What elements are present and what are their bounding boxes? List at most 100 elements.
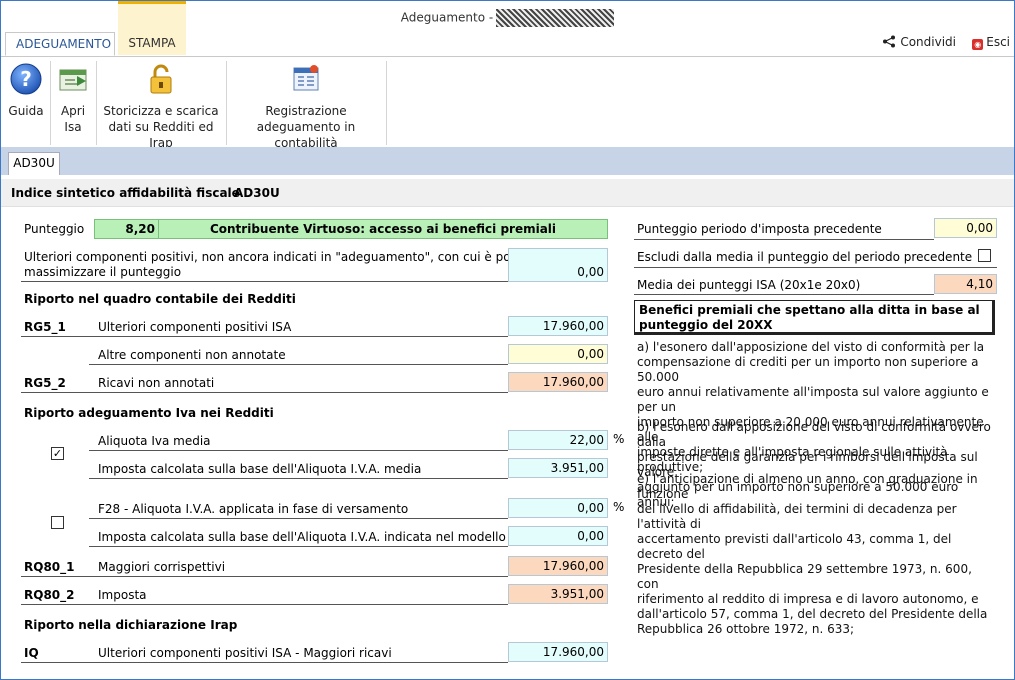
share-label: Condividi [900, 35, 956, 49]
row-underline [21, 392, 508, 393]
tab-stampa[interactable]: STAMPA [118, 32, 186, 56]
iva-section-title: Riporto adeguamento Iva nei Redditi [24, 406, 274, 420]
exit-button[interactable]: ◉ Esci [972, 35, 1010, 50]
benefit-e-line: del livello di affidabilità, dei termini… [637, 502, 957, 531]
storicizza-label-1: Storicizza e scarica [103, 104, 219, 118]
lock-icon [150, 64, 172, 94]
punteggio-status: Contribuente Virtuoso: accesso ai benefi… [158, 219, 608, 239]
share-icon [883, 35, 896, 48]
redacted-name [496, 9, 615, 27]
ribbon-separator [50, 61, 51, 145]
tab-ad30u[interactable]: AD30U [8, 152, 60, 175]
benefit-e-line: accertamento previsti dall'articolo 43, … [637, 532, 952, 561]
benefit-e-line: Repubblica 26 ottobre 1972, n. 633; [637, 622, 855, 636]
benefici-title: Benefici premiali che spettano alla ditt… [634, 300, 995, 335]
benefit-e-line: dall'articolo 57, comma 1, del decreto d… [637, 607, 988, 621]
row-underline [634, 267, 997, 268]
apri-isa-button[interactable]: Apri Isa [54, 63, 92, 135]
header-code: AD30U [234, 186, 280, 200]
row-underline [634, 294, 934, 295]
rg5-2-value: 17.960,00 [508, 372, 608, 392]
ribbon-toolbar: ? Guida Apri Isa Storicizza e scarica da… [1, 56, 1014, 150]
iq-code: IQ [24, 646, 39, 660]
open-isa-icon [59, 69, 87, 91]
media-label: Media dei punteggi ISA (20x1e 20x0) [637, 278, 861, 292]
ulteriori-value-input[interactable]: 0,00 [508, 248, 608, 282]
f28-checkbox[interactable] [51, 516, 64, 529]
header-title: Indice sintetico affidabilità fiscale [11, 186, 240, 200]
rq80-2-label: Imposta [98, 588, 147, 602]
benefit-a-line: compensazione di crediti per un importo … [637, 355, 979, 384]
altre-label: Altre componenti non annotate [98, 348, 286, 362]
ribbon-tabs: ADEGUAMENTO STAMPA [1, 32, 1014, 56]
rq80-1-value: 17.960,00 [508, 556, 608, 576]
rg5-1-code: RG5_1 [24, 320, 66, 334]
ulteriori-label-1: Ulteriori componenti positivi, non ancor… [24, 250, 549, 264]
aliquota-media-input[interactable]: 22,00 [508, 430, 608, 450]
irap-section-title: Riporto nella dichiarazione Irap [24, 618, 238, 632]
prev-score-label: Punteggio periodo d'imposta precedente [637, 222, 882, 236]
row-underline [89, 364, 508, 365]
imposta-media-input[interactable]: 3.951,00 [508, 458, 608, 478]
exit-icon: ◉ [972, 39, 984, 50]
f28-label: F28 - Aliquota I.V.A. applicata in fase … [98, 502, 409, 516]
registrazione-button[interactable]: Registrazione adeguamento in contabilità [230, 63, 382, 151]
rg5-1-label: Ulteriori componenti positivi ISA [98, 320, 292, 334]
rg5-1-input[interactable]: 17.960,00 [508, 316, 608, 336]
row-underline [21, 336, 508, 337]
imposta-media-label: Imposta calcolata sulla base dell'Aliquo… [98, 462, 422, 476]
benefit-e-line: riferimento al reddito di impresa e di l… [637, 592, 979, 606]
guida-button[interactable]: ? Guida [6, 63, 46, 119]
punteggio-label: Punteggio [24, 222, 85, 236]
iq-label: Ulteriori componenti positivi ISA - Magg… [98, 646, 392, 660]
iq-input[interactable]: 17.960,00 [508, 642, 608, 662]
aliquota-media-label: Aliquota Iva media [98, 434, 211, 448]
benefit-b-line: b) l'esonero dall'apposizione del visto … [637, 420, 991, 449]
rg5-2-label: Ricavi non annotati [98, 376, 215, 390]
ribbon-separator [96, 61, 97, 145]
apri-label-1: Apri [60, 104, 86, 118]
share-button[interactable]: Condividi [882, 35, 956, 49]
exit-label: Esci [986, 35, 1010, 49]
benefit-e: e) l'anticipazione di almeno un anno, co… [637, 472, 991, 637]
apri-label-2: Isa [64, 120, 82, 134]
rg5-2-code: RG5_2 [24, 376, 66, 390]
rq80-1-code: RQ80_1 [24, 560, 75, 574]
imposta-isa-input[interactable]: 0,00 [508, 526, 608, 546]
row-underline [21, 604, 508, 605]
escludi-checkbox[interactable] [978, 249, 991, 262]
benefit-e-line: e) l'anticipazione di almeno un anno, co… [637, 472, 978, 501]
row-underline [89, 518, 508, 519]
row-underline [89, 450, 508, 451]
redditi-section-title: Riporto nel quadro contabile dei Redditi [24, 292, 296, 306]
benefit-a-line: a) l'esonero dall'apposizione del visto … [637, 340, 985, 354]
tab-adeguamento[interactable]: ADEGUAMENTO [5, 32, 115, 56]
rq80-1-label: Maggiori corrispettivi [98, 560, 226, 574]
row-underline [21, 281, 508, 282]
section-header: Indice sintetico affidabilità fiscale AD… [1, 179, 1014, 207]
ribbon-separator [226, 61, 227, 145]
guida-label: Guida [8, 104, 44, 118]
registrazione-label-1: Registrazione [265, 104, 347, 118]
f28-input[interactable]: 0,00 [508, 498, 608, 518]
punteggio-value: 8,20 [94, 219, 159, 239]
media-value: 4,10 [934, 274, 997, 294]
row-underline [89, 546, 508, 547]
aliquota-media-checkbox[interactable]: ✓ [51, 447, 64, 460]
escludi-label: Escludi dalla media il punteggio del per… [637, 250, 973, 264]
register-icon [293, 65, 319, 91]
rq80-2-code: RQ80_2 [24, 588, 75, 602]
row-underline [634, 239, 934, 240]
altre-input[interactable]: 0,00 [508, 344, 608, 364]
rq80-2-value: 3.951,00 [508, 584, 608, 604]
storicizza-button[interactable]: Storicizza e scarica dati su Redditi ed … [100, 63, 222, 151]
percent-unit: % [613, 432, 625, 446]
row-underline [89, 478, 508, 479]
row-underline [21, 662, 508, 663]
benefit-e-line: Presidente della Repubblica 29 settembre… [637, 562, 972, 591]
document-tabs-bar [1, 147, 1014, 175]
row-underline [21, 576, 508, 577]
help-icon: ? [10, 63, 42, 95]
benefit-a-line: euro annui relativamente all'imposta sul… [637, 385, 989, 414]
prev-score-input[interactable]: 0,00 [934, 218, 997, 238]
